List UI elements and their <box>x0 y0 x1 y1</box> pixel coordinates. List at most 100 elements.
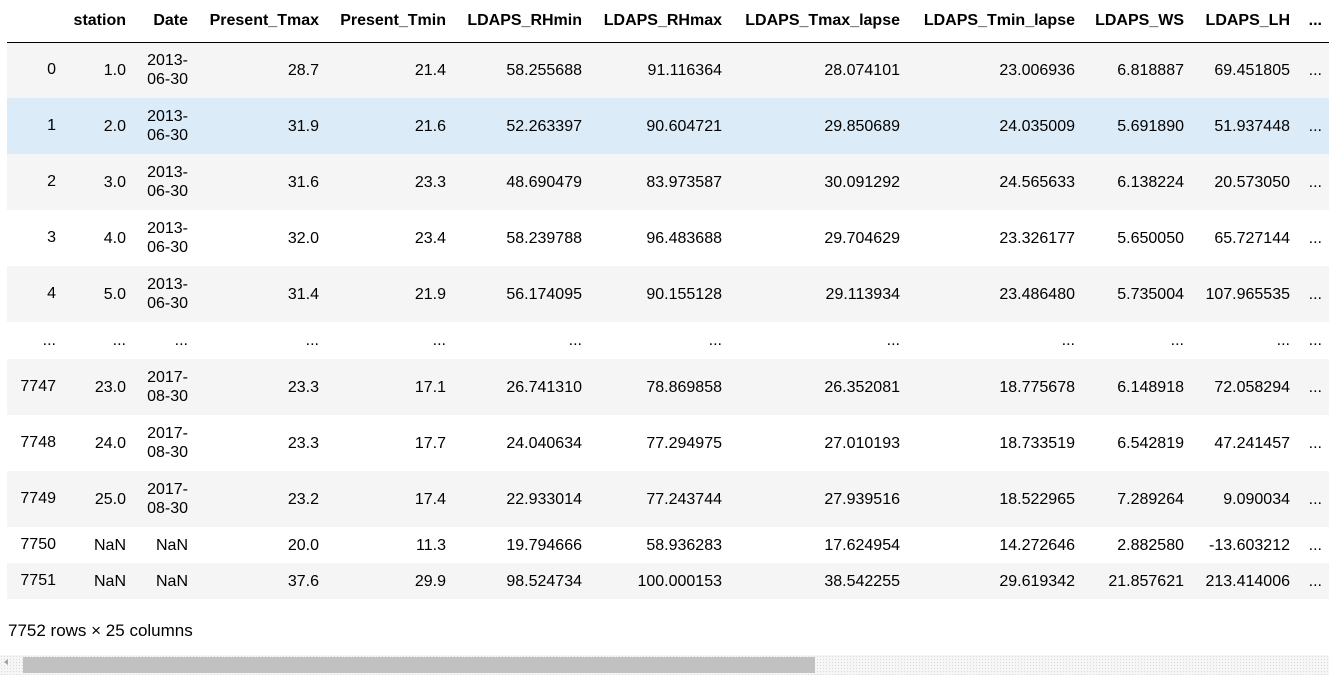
cell-station: ... <box>112 332 126 349</box>
cell-station: 1.0 <box>103 61 126 79</box>
table-row: 1 2.0 2013- 06-30 31.9 21.6 52.263397 90.604721… <box>7 98 1329 154</box>
cell-ldaps-tmax-lapse: 17.624954 <box>824 536 900 554</box>
cell-present-tmax: 32.0 <box>287 229 319 247</box>
cell-station: 4.0 <box>103 229 126 247</box>
column-header-more: ... <box>1308 11 1322 29</box>
cell-date-line-1: 2017- <box>147 425 188 442</box>
scrollbar-thumb[interactable] <box>23 657 815 673</box>
cell-date: 2013- 06-30 <box>133 98 195 154</box>
cell-station: 2.0 <box>103 117 126 135</box>
cell-ldaps-tmax-lapse: 27.939516 <box>824 490 900 508</box>
cell-date: 2013- 06-30 <box>133 154 195 210</box>
cell-date-line-2: 08-30 <box>147 444 188 461</box>
cell-ldaps-rhmin: 48.690479 <box>506 173 582 191</box>
cell-date-line-1: 2013- <box>147 164 188 181</box>
column-header-ldaps-rhmax: LDAPS_RHmax <box>603 11 722 29</box>
cell-more: ... <box>1308 434 1322 452</box>
cell-ldaps-tmin-lapse: 24.035009 <box>999 117 1075 135</box>
cell-date-line-1: 2017- <box>147 369 188 386</box>
cell-ldaps-rhmin: 98.524734 <box>506 572 582 590</box>
cell-date-line-2: 06-30 <box>147 183 188 200</box>
cell-date: ... <box>174 332 188 349</box>
cell-ldaps-rhmax: 78.869858 <box>646 378 722 396</box>
cell-ldaps-rhmin: 22.933014 <box>506 490 582 508</box>
cell-ldaps-tmax-lapse: 27.010193 <box>824 434 900 452</box>
cell-ldaps-ws: 7.289264 <box>1117 490 1184 508</box>
cell-ldaps-lh: 9.090034 <box>1223 490 1290 508</box>
cell-present-tmax: 31.9 <box>287 117 319 135</box>
table-row: 7751 NaN NaN 37.6 29.9 98.524734 100.000153 38.… <box>7 563 1329 599</box>
cell-ldaps-tmin-lapse: 24.565633 <box>999 173 1075 191</box>
dataframe-output: station Date Present_Tmax Present_Tmin L… <box>7 0 1329 599</box>
cell-more: ... <box>1308 378 1322 396</box>
cell-ldaps-lh: ... <box>1276 332 1290 349</box>
header-row: station Date Present_Tmax Present_Tmin L… <box>7 0 1329 42</box>
row-index: 1 <box>47 117 56 134</box>
cell-ldaps-tmax-lapse: 29.113934 <box>825 285 900 303</box>
cell-ldaps-rhmin: ... <box>568 332 582 349</box>
cell-present-tmin: 21.4 <box>414 61 446 79</box>
column-header-present-tmin: Present_Tmin <box>340 11 446 29</box>
row-index: 4 <box>47 285 56 302</box>
row-index: 7749 <box>20 490 56 507</box>
cell-date: 2017- 08-30 <box>133 471 195 527</box>
cell-ldaps-rhmax: 77.243744 <box>646 490 722 508</box>
cell-ldaps-lh: 107.965535 <box>1205 285 1290 303</box>
cell-present-tmax: 31.6 <box>287 173 319 191</box>
column-header-present-tmax: Present_Tmax <box>209 11 319 29</box>
cell-more: ... <box>1308 173 1322 191</box>
cell-date: NaN <box>155 572 188 590</box>
cell-ldaps-tmax-lapse: 26.352081 <box>824 378 900 396</box>
cell-ldaps-tmin-lapse: 29.619342 <box>999 572 1075 590</box>
column-header-ldaps-rhmin: LDAPS_RHmin <box>467 11 582 29</box>
horizontal-scrollbar[interactable] <box>0 655 1329 675</box>
cell-date: 2013- 06-30 <box>133 42 195 98</box>
table-body: 0 1.0 2013- 06-30 28.7 21.4 58.255688 91.116364… <box>7 42 1329 599</box>
table-row: 0 1.0 2013- 06-30 28.7 21.4 58.255688 91.116364… <box>7 42 1329 98</box>
cell-date-line-2: 06-30 <box>147 239 188 256</box>
cell-ldaps-rhmin: 58.239788 <box>506 229 582 247</box>
cell-ldaps-lh: 51.937448 <box>1214 117 1290 135</box>
table-row: 7748 24.0 2017- 08-30 23.3 17.7 24.040634 77.29… <box>7 415 1329 471</box>
row-index: 7748 <box>20 434 56 451</box>
cell-present-tmin: 17.4 <box>414 490 446 508</box>
cell-ldaps-rhmin: 56.174095 <box>506 285 582 303</box>
row-index: 7747 <box>20 378 56 395</box>
row-index: ... <box>42 331 56 349</box>
dataframe-shape-text: 7752 rows × 25 columns <box>8 621 193 640</box>
cell-present-tmin: 23.3 <box>414 173 446 191</box>
cell-ldaps-tmax-lapse: ... <box>886 332 900 349</box>
cell-ldaps-ws: 2.882580 <box>1117 536 1184 554</box>
cell-date-line-2: 08-30 <box>147 500 188 517</box>
cell-ldaps-tmax-lapse: 28.074101 <box>824 61 900 79</box>
cell-more: ... <box>1308 332 1322 349</box>
cell-present-tmin: 17.7 <box>414 434 446 452</box>
cell-date-line-2: 06-30 <box>147 71 188 89</box>
cell-more: ... <box>1308 490 1322 508</box>
cell-present-tmax: 23.3 <box>287 378 319 396</box>
cell-date-line-1: 2017- <box>147 481 188 498</box>
cell-ldaps-ws: 6.148918 <box>1117 378 1184 396</box>
cell-ldaps-rhmax: 90.155128 <box>646 285 722 303</box>
cell-present-tmin: 29.9 <box>414 572 446 590</box>
cell-present-tmax: 31.4 <box>287 285 319 303</box>
row-index: 3 <box>47 229 56 246</box>
cell-ldaps-tmin-lapse: 18.775678 <box>999 378 1075 396</box>
cell-date-line-1: 2013- <box>147 52 188 70</box>
row-index: 7751 <box>20 572 56 589</box>
table-row: 7749 25.0 2017- 08-30 23.2 17.4 22.933014 77.24… <box>7 471 1329 527</box>
cell-ldaps-tmin-lapse: 18.733519 <box>999 434 1075 452</box>
cell-station: NaN <box>93 536 126 554</box>
cell-ldaps-rhmin: 58.255688 <box>506 61 582 79</box>
cell-present-tmax: 23.2 <box>287 490 319 508</box>
cell-date-line-1: 2013- <box>147 108 188 125</box>
cell-station: 24.0 <box>94 434 126 452</box>
cell-station: 5.0 <box>103 285 126 303</box>
cell-more: ... <box>1308 285 1322 303</box>
scroll-left-arrow-icon[interactable] <box>4 659 8 665</box>
column-header-station: station <box>73 11 126 29</box>
row-index: 2 <box>47 173 56 190</box>
cell-date-line-2: 06-30 <box>147 127 188 144</box>
cell-ldaps-tmin-lapse: 14.272646 <box>999 536 1075 554</box>
cell-ldaps-lh: 72.058294 <box>1214 378 1290 396</box>
